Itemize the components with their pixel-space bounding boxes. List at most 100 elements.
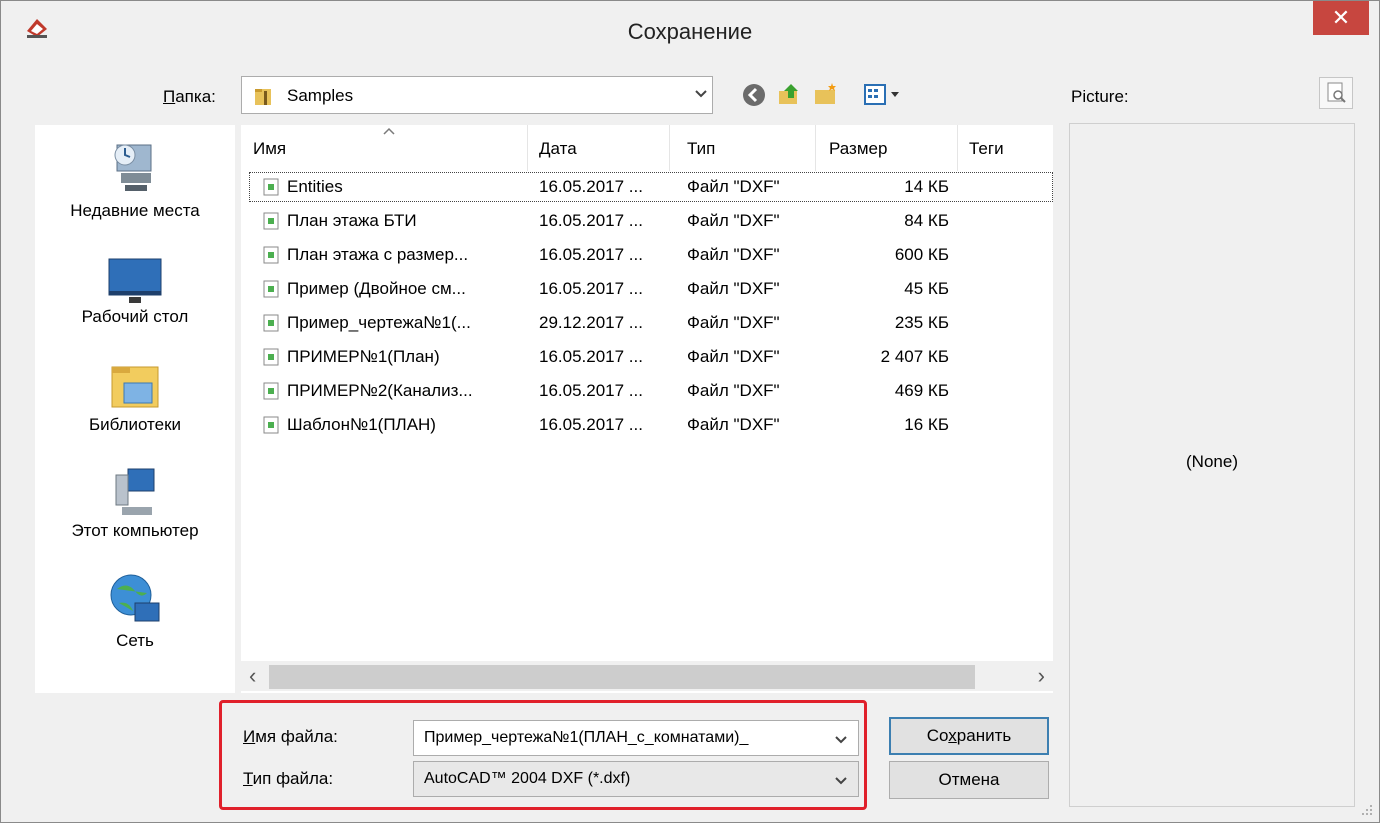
dxf-file-icon xyxy=(263,246,279,264)
file-list[interactable]: Имя Дата Тип Размер Теги Entities 16.05.2… xyxy=(241,125,1053,693)
file-row[interactable]: ПРИМЕР№2(Канализ... 16.05.2017 ... Файл "D… xyxy=(241,375,1053,409)
column-separator[interactable] xyxy=(527,125,528,171)
place-computer[interactable]: Этот компьютер xyxy=(35,465,235,541)
column-header-size[interactable]: Размер xyxy=(829,139,887,159)
cancel-button[interactable]: Отмена xyxy=(889,761,1049,799)
title-bar: Сохранение ✕ xyxy=(1,1,1379,63)
place-label: Сеть xyxy=(116,631,154,650)
place-desktop[interactable]: Рабочий стол xyxy=(35,253,235,327)
file-type: Файл "DXF" xyxy=(687,313,780,332)
place-label: Библиотеки xyxy=(88,415,182,434)
dxf-file-icon xyxy=(263,314,279,332)
dxf-file-icon xyxy=(263,280,279,298)
places-bar: Недавние места Рабочий стол Библиотеки Э… xyxy=(35,125,235,693)
up-folder-icon[interactable] xyxy=(777,81,803,107)
file-date: 16.05.2017 ... xyxy=(539,211,643,230)
place-libraries[interactable]: Библиотеки xyxy=(35,359,235,435)
file-date: 16.05.2017 ... xyxy=(539,347,643,366)
file-size: 235 КБ xyxy=(894,313,949,332)
column-header-tags[interactable]: Теги xyxy=(969,139,1004,159)
file-date: 16.05.2017 ... xyxy=(539,279,643,298)
folder-combo[interactable]: Samples xyxy=(241,76,713,114)
file-date: 16.05.2017 ... xyxy=(539,415,643,434)
file-date: 29.12.2017 ... xyxy=(539,313,643,332)
file-row[interactable]: Пример_чертежа№1(... 29.12.2017 ... Файл "… xyxy=(241,307,1053,341)
file-size: 45 КБ xyxy=(904,279,949,298)
chevron-down-icon xyxy=(695,90,707,98)
preview-icon xyxy=(1327,82,1346,103)
picture-label: Picture: xyxy=(1071,87,1129,106)
libraries-icon xyxy=(111,366,159,408)
save-dialog: Сохранение ✕ Папка: Samples Picture: Нед… xyxy=(0,0,1380,823)
close-icon: ✕ xyxy=(1331,5,1351,30)
place-label: Недавние места xyxy=(70,201,200,220)
save-button[interactable]: Сохранить xyxy=(889,717,1049,755)
file-row[interactable]: Entities 16.05.2017 ... Файл "DXF" 14 КБ xyxy=(241,171,1053,205)
file-type: Файл "DXF" xyxy=(687,415,780,434)
file-date: 16.05.2017 ... xyxy=(539,245,643,264)
file-date: 16.05.2017 ... xyxy=(539,177,643,196)
column-separator[interactable] xyxy=(815,125,816,171)
preview-pane: (None) xyxy=(1069,123,1355,807)
file-size: 14 КБ xyxy=(904,177,949,196)
preview-none-text: (None) xyxy=(1186,452,1238,471)
horizontal-scrollbar[interactable]: ‹ › xyxy=(241,661,1053,691)
resize-grip-icon[interactable] xyxy=(1361,804,1373,816)
column-header-date[interactable]: Дата xyxy=(539,139,577,159)
file-type: Файл "DXF" xyxy=(687,177,780,196)
computer-icon xyxy=(115,468,155,515)
back-icon[interactable] xyxy=(741,82,767,108)
folder-icon xyxy=(255,89,271,105)
file-name: Пример (Двойное см... xyxy=(287,279,466,298)
file-name: Entities xyxy=(287,177,343,196)
dxf-file-icon xyxy=(263,178,279,196)
file-date: 16.05.2017 ... xyxy=(539,381,643,400)
file-name: План этажа БТИ xyxy=(287,211,417,230)
file-type: Файл "DXF" xyxy=(687,211,780,230)
file-row[interactable]: Пример (Двойное см... 16.05.2017 ... Файл … xyxy=(241,273,1053,307)
scroll-right-icon[interactable]: › xyxy=(1038,663,1045,689)
place-recent[interactable]: Недавние места xyxy=(35,139,235,221)
highlight-annotation xyxy=(219,700,867,810)
window-title: Сохранение xyxy=(627,19,753,44)
file-name: Шаблон№1(ПЛАН) xyxy=(287,415,436,434)
scroll-left-icon[interactable]: ‹ xyxy=(249,663,256,689)
desktop-icon xyxy=(108,258,162,303)
column-header-type[interactable]: Тип xyxy=(687,139,715,159)
file-size: 84 КБ xyxy=(904,211,949,230)
file-name: Пример_чертежа№1(... xyxy=(287,313,471,332)
file-type: Файл "DXF" xyxy=(687,279,780,298)
file-row[interactable]: Шаблон№1(ПЛАН) 16.05.2017 ... Файл "DXF" 16… xyxy=(241,409,1053,443)
view-menu-icon[interactable] xyxy=(863,82,903,108)
recent-places-icon xyxy=(114,144,152,191)
file-row[interactable]: План этажа с размер... 16.05.2017 ... Файл… xyxy=(241,239,1053,273)
dxf-file-icon xyxy=(263,348,279,366)
column-separator[interactable] xyxy=(669,125,670,171)
scrollbar-thumb[interactable] xyxy=(269,665,975,689)
place-label: Этот компьютер xyxy=(71,521,199,540)
file-name: ПРИМЕР№1(План) xyxy=(287,347,440,366)
close-button[interactable]: ✕ xyxy=(1313,1,1369,35)
new-folder-icon[interactable] xyxy=(813,81,839,107)
folder-value: Samples xyxy=(287,86,354,105)
folder-label: Папка: xyxy=(163,87,216,106)
dxf-file-icon xyxy=(263,416,279,434)
column-separator[interactable] xyxy=(957,125,958,171)
column-header-name[interactable]: Имя xyxy=(253,139,286,159)
file-name: План этажа с размер... xyxy=(287,245,469,264)
place-network[interactable]: Сеть xyxy=(35,571,235,651)
file-row[interactable]: План этажа БТИ 16.05.2017 ... Файл "DXF" 84… xyxy=(241,205,1053,239)
file-size: 16 КБ xyxy=(904,415,949,434)
file-type: Файл "DXF" xyxy=(687,245,780,264)
preview-toggle-button[interactable] xyxy=(1319,77,1353,109)
file-type: Файл "DXF" xyxy=(687,347,780,366)
file-row[interactable]: ПРИМЕР№1(План) 16.05.2017 ... Файл "DXF" 2 … xyxy=(241,341,1053,375)
file-size: 600 КБ xyxy=(894,245,949,264)
file-size: 469 КБ xyxy=(894,381,949,400)
dxf-file-icon xyxy=(263,382,279,400)
place-label: Рабочий стол xyxy=(81,307,189,326)
file-size: 2 407 КБ xyxy=(880,347,949,366)
file-type: Файл "DXF" xyxy=(687,381,780,400)
dxf-file-icon xyxy=(263,212,279,230)
sort-ascending-icon xyxy=(383,127,395,135)
